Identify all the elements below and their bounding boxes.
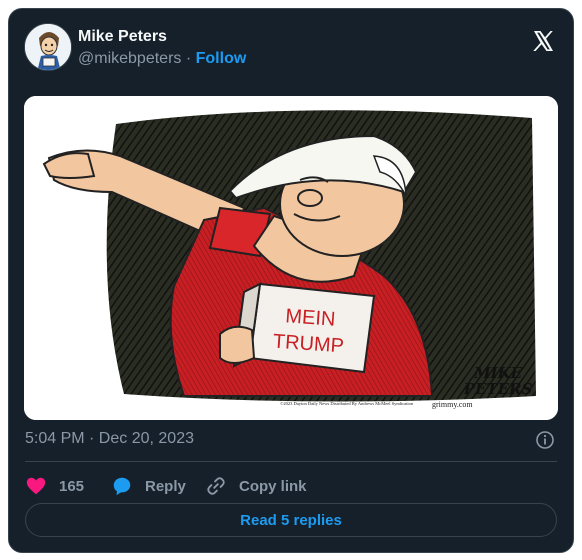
link-icon xyxy=(207,477,225,495)
avatar[interactable] xyxy=(24,23,72,71)
book-title-line1: MEIN xyxy=(285,305,336,330)
read-replies-button[interactable]: Read 5 replies xyxy=(25,503,557,537)
reply-label: Reply xyxy=(145,477,186,495)
follow-button[interactable]: Follow xyxy=(196,50,247,67)
x-logo-icon[interactable] xyxy=(531,29,555,53)
like-button[interactable]: 165 xyxy=(25,472,84,500)
separator-dot: · xyxy=(185,50,192,67)
like-count: 165 xyxy=(59,477,85,495)
divider xyxy=(25,461,557,462)
cartoon-image: MEIN TRUMP MIKE PETERS ©2023 Dayton Dail… xyxy=(24,96,558,420)
reply-bubble-icon xyxy=(113,477,131,496)
tweet-media-cartoon[interactable]: MEIN TRUMP MIKE PETERS ©2023 Dayton Dail… xyxy=(24,96,558,420)
cartoon-site: grimmy.com xyxy=(432,400,473,409)
reply-button[interactable]: Reply xyxy=(111,472,186,500)
copy-link-button[interactable]: Copy link xyxy=(205,472,307,500)
author-name[interactable]: Mike Peters xyxy=(78,28,167,46)
tweet-card: Mike Peters @mikebpeters · Follow MEIN T… xyxy=(8,8,574,553)
tweet-actions: 165 Reply Copy link xyxy=(25,472,557,500)
cartoon-credit: ©2023 Dayton Daily News Distributed By A… xyxy=(280,401,414,406)
signature-line2: PETERS xyxy=(463,380,533,398)
copy-link-label: Copy link xyxy=(239,477,307,495)
author-handle-row: @mikebpeters · Follow xyxy=(78,50,246,68)
heart-icon xyxy=(26,477,46,495)
author-handle[interactable]: @mikebpeters xyxy=(78,50,181,67)
tweet-timestamp[interactable]: 5:04 PM · Dec 20, 2023 xyxy=(25,430,194,448)
info-icon[interactable] xyxy=(535,430,555,450)
tweet-header: Mike Peters @mikebpeters · Follow xyxy=(24,23,559,73)
